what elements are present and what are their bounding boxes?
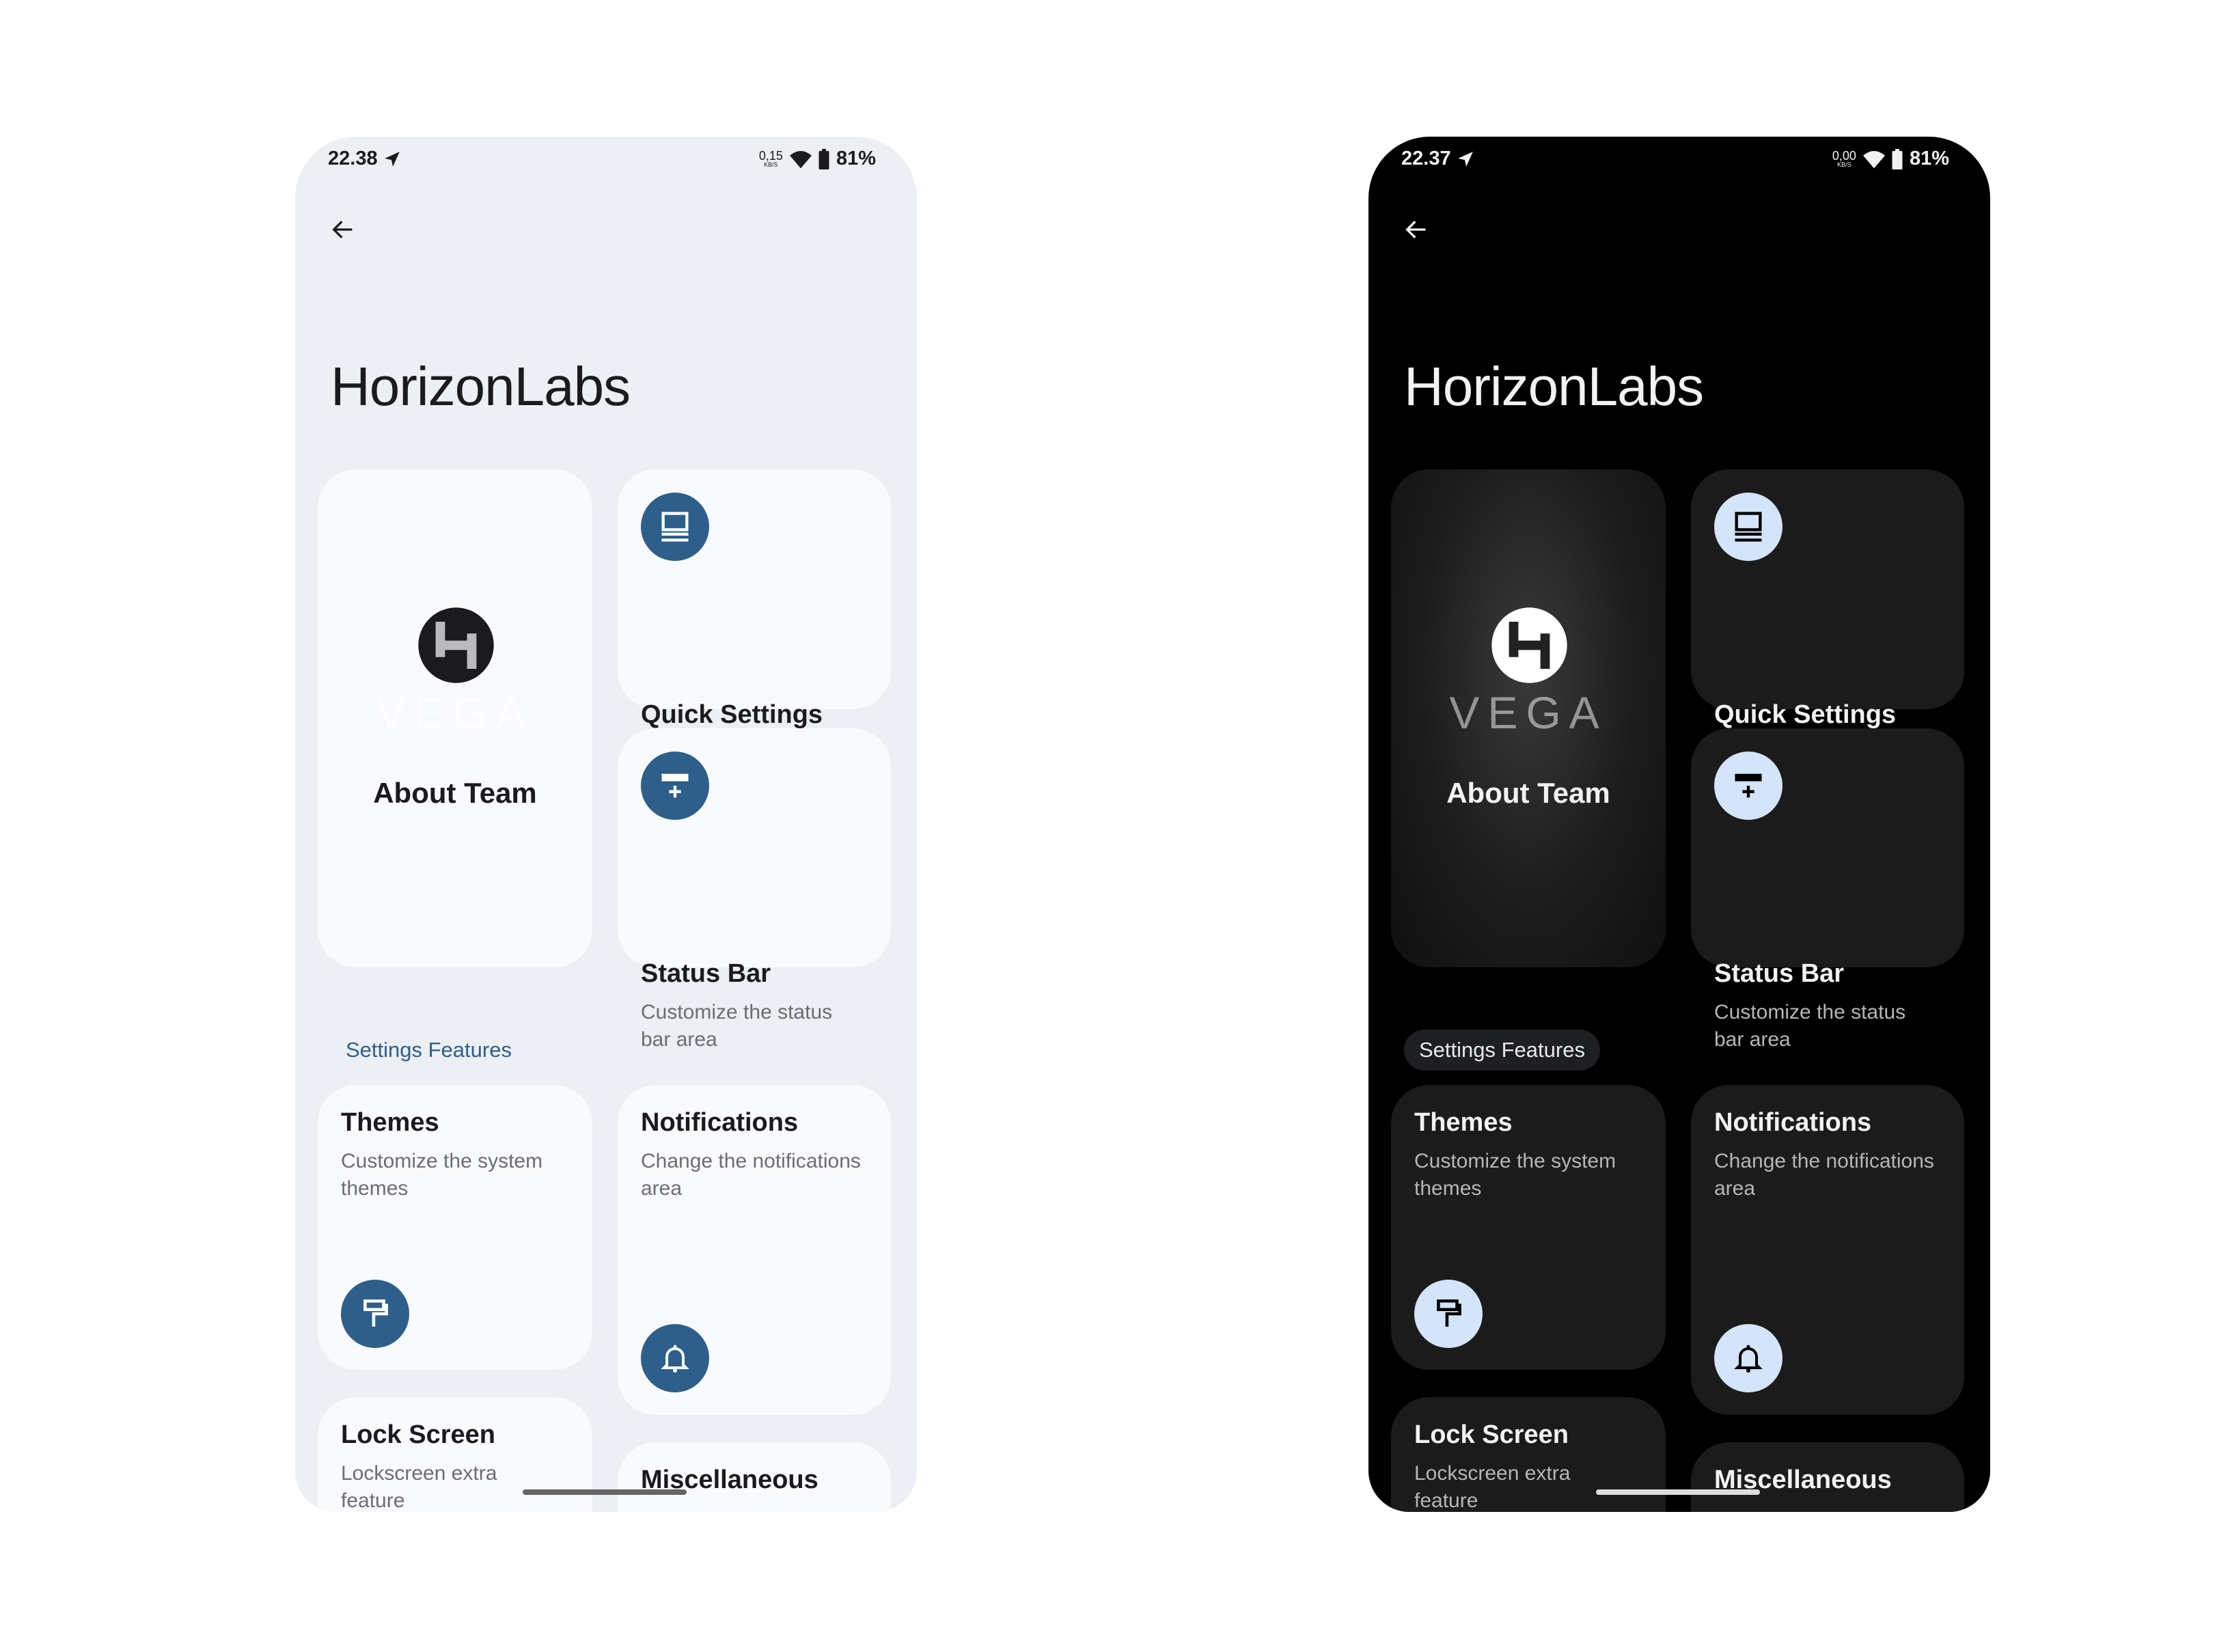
about-team-card[interactable]: VEGA About Team xyxy=(1391,469,1666,967)
status-bar-card[interactable]: Status Bar Customize the status bar area xyxy=(618,728,891,1051)
speed-unit: KB/S xyxy=(1837,161,1852,168)
themes-card[interactable]: Themes Customize the system themes xyxy=(1391,1085,1666,1370)
speed-value: 0,15 xyxy=(758,149,783,163)
quick-settings-icon xyxy=(1735,512,1762,542)
home-indicator[interactable] xyxy=(1596,1489,1760,1495)
bell-icon xyxy=(1734,1345,1763,1373)
page-title: HorizonLabs xyxy=(1404,356,1704,417)
location-arrow-icon xyxy=(384,151,400,167)
location-arrow-icon xyxy=(1457,151,1473,167)
status-icons: 0,00 KB/S 81% xyxy=(1832,148,1949,170)
status-bar-icon xyxy=(1735,773,1762,798)
vega-logo-text: VEGA xyxy=(376,687,534,738)
section-chip-settings-features: Settings Features xyxy=(346,1038,512,1062)
notifications-card[interactable]: Notifications Change the notifications ar… xyxy=(618,1085,891,1415)
wifi-icon xyxy=(1862,150,1885,168)
back-button[interactable] xyxy=(324,210,362,249)
status-bar-icon-circle xyxy=(1714,752,1782,820)
page-title: HorizonLabs xyxy=(331,356,631,417)
miscellaneous-card[interactable]: Miscellaneous xyxy=(1691,1442,1964,1512)
status-bar-icon-circle xyxy=(641,752,709,820)
notifications-icon-circle xyxy=(641,1324,709,1392)
notifications-description: Change the notifications area xyxy=(641,1150,861,1200)
themes-card[interactable]: Themes Customize the system themes xyxy=(318,1085,592,1370)
status-bar-title: Status Bar xyxy=(641,959,771,988)
team-logo-icon xyxy=(418,607,494,683)
themes-description: Customize the system themes xyxy=(1414,1150,1616,1200)
vega-logo-text: VEGA xyxy=(1449,687,1608,738)
about-team-card[interactable]: VEGA About Team xyxy=(318,469,592,967)
themes-title: Themes xyxy=(1414,1108,1513,1137)
notifications-title: Notifications xyxy=(1714,1108,1872,1137)
status-time: 22.37 xyxy=(1401,148,1474,170)
notifications-icon-circle xyxy=(1714,1324,1782,1392)
back-arrow-icon xyxy=(1405,221,1426,238)
battery-icon xyxy=(818,148,829,169)
quick-settings-card[interactable]: Quick SettingsCustomize the quick settin… xyxy=(618,469,891,792)
battery-percent: 81% xyxy=(836,148,876,169)
about-team-label: About Team xyxy=(1446,777,1610,809)
clock: 22.37 xyxy=(1401,148,1451,169)
notifications-title: Notifications xyxy=(641,1108,799,1137)
themes-title: Themes xyxy=(341,1108,439,1137)
team-logo-icon xyxy=(1491,607,1567,683)
themes-icon-circle xyxy=(1414,1280,1483,1348)
lock-screen-description: Lockscreen extra feature xyxy=(341,1462,497,1512)
notifications-description: Change the notifications area xyxy=(1714,1150,1934,1200)
back-button[interactable] xyxy=(1397,210,1435,249)
phone-dark-theme: 22.37 0,00 KB/S 81% HorizonLabs VEGA Abou… xyxy=(1368,137,1990,1512)
bell-icon xyxy=(661,1345,689,1373)
status-bar-description: Customize the status bar area xyxy=(641,1001,833,1051)
speed-unit: KB/S xyxy=(764,161,778,168)
status-bar-title: Status Bar xyxy=(1714,959,1845,988)
network-speed: 0,00 KB/S xyxy=(1832,150,1856,168)
wifi-icon xyxy=(789,150,812,168)
status-bar-icon xyxy=(661,773,689,798)
status-time: 22.38 xyxy=(328,148,401,170)
network-speed: 0,15 KB/S xyxy=(759,150,783,168)
back-arrow-icon xyxy=(332,221,353,238)
about-team-label: About Team xyxy=(373,777,537,809)
themes-icon-circle xyxy=(341,1280,409,1348)
speed-value: 0,00 xyxy=(1832,149,1856,163)
status-bar-description: Customize the status bar area xyxy=(1714,1001,1906,1051)
clock: 22.38 xyxy=(328,148,378,169)
quick-settings-title: Quick Settings xyxy=(641,700,823,729)
battery-percent: 81% xyxy=(1909,148,1949,169)
home-indicator[interactable] xyxy=(523,1489,687,1495)
lock-screen-title: Lock Screen xyxy=(1414,1420,1569,1449)
quick-settings-card[interactable]: Quick SettingsCustomize the quick settin… xyxy=(1691,469,1964,792)
section-chip-settings-features: Settings Features xyxy=(1404,1030,1600,1071)
quick-settings-icon-circle xyxy=(1714,493,1782,561)
lock-screen-description: Lockscreen extra feature xyxy=(1414,1462,1571,1512)
phone-light-theme: 22.38 0,15 KB/S 81% HorizonLabs VEGA Abou… xyxy=(295,137,917,1512)
themes-description: Customize the system themes xyxy=(341,1150,543,1200)
paint-roller-icon xyxy=(1437,1299,1461,1327)
lock-screen-title: Lock Screen xyxy=(341,1420,495,1449)
status-bar-card[interactable]: Status Bar Customize the status bar area xyxy=(1691,728,1964,1051)
quick-settings-title: Quick Settings xyxy=(1714,700,1897,729)
quick-settings-icon xyxy=(661,512,689,542)
miscellaneous-card[interactable]: Miscellaneous xyxy=(618,1442,891,1512)
paint-roller-icon xyxy=(363,1299,388,1327)
status-icons: 0,15 KB/S 81% xyxy=(759,148,876,170)
quick-settings-icon-circle xyxy=(641,493,709,561)
notifications-card[interactable]: Notifications Change the notifications ar… xyxy=(1691,1085,1964,1415)
battery-icon xyxy=(1892,148,1903,169)
